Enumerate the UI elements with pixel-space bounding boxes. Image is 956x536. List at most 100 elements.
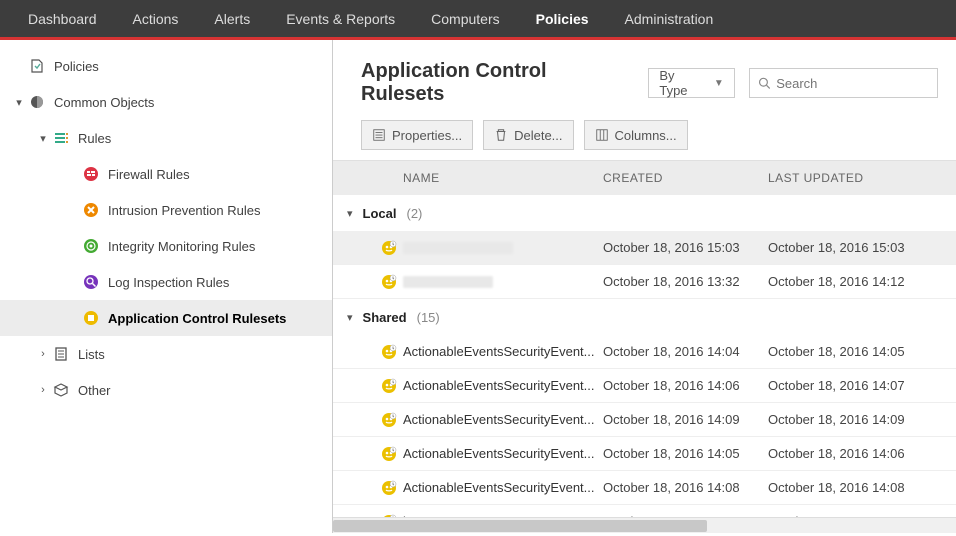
search-box[interactable] bbox=[749, 68, 938, 98]
table-row[interactable]: ActionableEventsSecurityEvent...October … bbox=[333, 369, 956, 403]
table-row[interactable]: October 18, 2016 15:03October 18, 2016 1… bbox=[333, 231, 956, 265]
group-count: (15) bbox=[417, 310, 440, 325]
search-icon bbox=[758, 76, 770, 90]
sidebar-item-intrusion-prevention-rules[interactable]: Intrusion Prevention Rules bbox=[0, 192, 332, 228]
cell-updated: October 18, 2016 15:03 bbox=[768, 240, 956, 255]
ruleset-icon bbox=[381, 344, 397, 360]
redacted-name bbox=[403, 276, 493, 288]
trash-icon bbox=[494, 128, 508, 142]
cell-created: October 18, 2016 14:09 bbox=[603, 412, 768, 427]
redacted-name bbox=[403, 242, 513, 254]
cell-updated: October 18, 2016 14:09 bbox=[768, 412, 956, 427]
cell-name bbox=[333, 274, 603, 290]
row-name-text: ActionableEventsSecurityEvent... bbox=[403, 446, 595, 461]
sidebar-item-log-inspection-rules[interactable]: Log Inspection Rules bbox=[0, 264, 332, 300]
table-header: NAME CREATED LAST UPDATED bbox=[333, 161, 956, 195]
ruleset-icon bbox=[381, 446, 397, 462]
cell-created: October 18, 2016 14:08 bbox=[603, 480, 768, 495]
row-name-text: ActionableEventsSecurityEvent... bbox=[403, 412, 595, 427]
ruleset-icon bbox=[381, 378, 397, 394]
main-panel: Application Control Rulesets By Type ▼ P… bbox=[333, 40, 956, 533]
scrollbar-thumb[interactable] bbox=[333, 520, 707, 532]
chevron-right-icon[interactable]: › bbox=[34, 384, 52, 396]
cell-name: ActionableEventsSecurityEvent... bbox=[333, 480, 603, 496]
nav-dashboard[interactable]: Dashboard bbox=[10, 0, 115, 39]
sidebar-item-other[interactable]: › Other bbox=[0, 372, 332, 408]
chevron-down-icon[interactable]: ▾ bbox=[10, 96, 28, 109]
table-group-row[interactable]: ▾ Shared (15) bbox=[333, 299, 956, 335]
log-inspection-icon bbox=[82, 273, 100, 291]
nav-actions[interactable]: Actions bbox=[115, 0, 197, 39]
sidebar-item-common-objects[interactable]: ▾ Common Objects bbox=[0, 84, 332, 120]
cell-updated: October 18, 2016 14:12 bbox=[768, 274, 956, 289]
sidebar-label: Rules bbox=[78, 131, 111, 146]
cell-name: ActionableEventsSecurityEvent... bbox=[333, 344, 603, 360]
table-row[interactable]: ActionableEventsSecurityEvent...October … bbox=[333, 335, 956, 369]
table-scroll[interactable]: NAME CREATED LAST UPDATED ▾Local(2)Octob… bbox=[333, 160, 956, 517]
top-nav: Dashboard Actions Alerts Events & Report… bbox=[0, 0, 956, 40]
cell-created: October 18, 2016 13:32 bbox=[603, 274, 768, 289]
cell-name bbox=[333, 240, 603, 256]
sidebar-item-integrity-monitoring-rules[interactable]: Integrity Monitoring Rules bbox=[0, 228, 332, 264]
sidebar-item-policies[interactable]: › Policies bbox=[0, 48, 332, 84]
table-row[interactable]: ActionableEventsSecurityEvent... October … bbox=[333, 403, 956, 437]
toolbar: Properties... Delete... Columns... bbox=[333, 114, 956, 160]
search-input[interactable] bbox=[776, 76, 929, 91]
sidebar-item-rules[interactable]: ▾ Rules bbox=[0, 120, 332, 156]
table-row[interactable]: inventoryName1476811733October 18, 2016 … bbox=[333, 505, 956, 517]
group-name: Shared bbox=[363, 310, 407, 325]
cell-created: October 18, 2016 14:06 bbox=[603, 378, 768, 393]
sidebar-item-firewall-rules[interactable]: Firewall Rules bbox=[0, 156, 332, 192]
properties-button[interactable]: Properties... bbox=[361, 120, 473, 150]
table-row[interactable]: ActionableEventsSecurityEvent... October … bbox=[333, 437, 956, 471]
other-icon bbox=[52, 381, 70, 399]
chevron-down-icon[interactable]: ▾ bbox=[347, 311, 353, 324]
dropdown-label: By Type bbox=[659, 68, 705, 98]
cell-created: October 18, 2016 14:05 bbox=[603, 446, 768, 461]
nav-events-reports[interactable]: Events & Reports bbox=[268, 0, 413, 39]
integrity-icon bbox=[82, 237, 100, 255]
row-name-text: ActionableEventsSecurityEvent... bbox=[403, 344, 595, 359]
lists-icon bbox=[52, 345, 70, 363]
rules-icon bbox=[52, 129, 70, 147]
button-label: Delete... bbox=[514, 128, 562, 143]
horizontal-scrollbar[interactable] bbox=[333, 517, 956, 533]
cell-name: ActionableEventsSecurityEvent... bbox=[333, 446, 603, 462]
caret-down-icon: ▼ bbox=[714, 78, 724, 89]
app-control-icon bbox=[82, 309, 100, 327]
ruleset-icon bbox=[381, 412, 397, 428]
nav-computers[interactable]: Computers bbox=[413, 0, 517, 39]
column-created-header[interactable]: CREATED bbox=[603, 171, 768, 185]
nav-policies[interactable]: Policies bbox=[518, 0, 607, 39]
sidebar-label: Other bbox=[78, 383, 111, 398]
nav-administration[interactable]: Administration bbox=[607, 0, 732, 39]
sidebar-label: Application Control Rulesets bbox=[108, 311, 286, 326]
group-name: Local bbox=[363, 206, 397, 221]
sidebar-item-app-control-rulesets[interactable]: Application Control Rulesets bbox=[0, 300, 332, 336]
table-group-row[interactable]: ▾Local(2) bbox=[333, 195, 956, 231]
sidebar-label: Integrity Monitoring Rules bbox=[108, 239, 255, 254]
chevron-right-icon[interactable]: › bbox=[34, 348, 52, 360]
columns-button[interactable]: Columns... bbox=[584, 120, 688, 150]
sidebar-label: Firewall Rules bbox=[108, 167, 190, 182]
firewall-icon bbox=[82, 165, 100, 183]
ruleset-icon bbox=[381, 240, 397, 256]
column-updated-header[interactable]: LAST UPDATED bbox=[768, 171, 956, 185]
column-name-header[interactable]: NAME bbox=[333, 171, 603, 185]
ruleset-icon bbox=[381, 274, 397, 290]
delete-button[interactable]: Delete... bbox=[483, 120, 573, 150]
ruleset-icon bbox=[381, 480, 397, 496]
chevron-down-icon[interactable]: ▾ bbox=[347, 207, 353, 220]
table-row[interactable]: ActionableEventsSecurityEvent...October … bbox=[333, 471, 956, 505]
sidebar-item-lists[interactable]: › Lists bbox=[0, 336, 332, 372]
table-row[interactable]: October 18, 2016 13:32October 18, 2016 1… bbox=[333, 265, 956, 299]
page-title: Application Control Rulesets bbox=[361, 60, 634, 106]
ips-icon bbox=[82, 201, 100, 219]
cell-name: ActionableEventsSecurityEvent... bbox=[333, 378, 603, 394]
policies-icon bbox=[28, 57, 46, 75]
cell-updated: October 18, 2016 14:06 bbox=[768, 446, 956, 461]
cell-updated: October 18, 2016 14:07 bbox=[768, 378, 956, 393]
chevron-down-icon[interactable]: ▾ bbox=[34, 132, 52, 145]
nav-alerts[interactable]: Alerts bbox=[196, 0, 268, 39]
filter-by-type-dropdown[interactable]: By Type ▼ bbox=[648, 68, 734, 98]
